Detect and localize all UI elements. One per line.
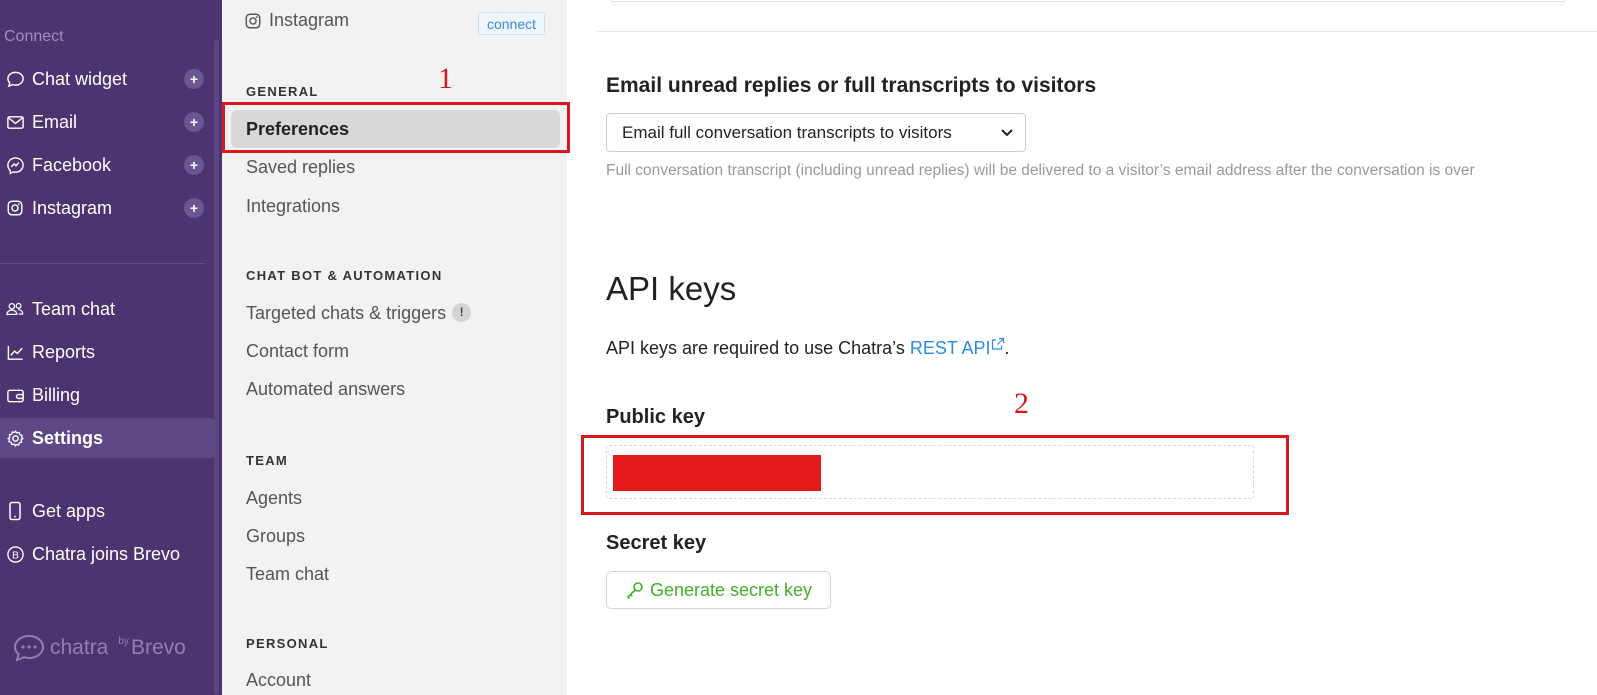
settings-main-panel: Email unread replies or full transcripts…	[567, 0, 1597, 695]
subnav-item-groups[interactable]: Groups	[246, 526, 305, 547]
api-keys-description: API keys are required to use Chatra’s RE…	[606, 335, 1010, 359]
instagram-connect-button[interactable]: connect	[478, 12, 545, 35]
envelope-icon	[5, 112, 25, 132]
instagram-icon	[5, 198, 25, 218]
sidebar-item-chatra-joins-brevo[interactable]: B Chatra joins Brevo	[0, 534, 216, 574]
subnav-item-agents[interactable]: Agents	[246, 488, 302, 509]
phone-icon	[5, 501, 25, 521]
sidebar-section-connect: Connect	[4, 28, 64, 45]
team-icon	[5, 299, 25, 319]
sidebar-divider	[0, 263, 205, 264]
rest-api-link-label: REST API	[909, 338, 991, 358]
brand-by: by	[118, 635, 129, 647]
sidebar-item-label: Get apps	[32, 500, 106, 521]
sidebar-item-label: Instagram	[32, 197, 113, 218]
subnav-heading-team: TEAM	[246, 453, 289, 468]
subnav-heading-general: GENERAL	[246, 84, 319, 99]
rest-api-link[interactable]: REST API	[909, 335, 1005, 358]
sidebar-item-email[interactable]: Email +	[0, 102, 216, 142]
app-sidebar: Connect Chat widget + Email + Facebook +…	[0, 0, 222, 695]
subnav-heading-chatbot: CHAT BOT & AUTOMATION	[246, 268, 443, 283]
instagram-icon	[244, 12, 262, 30]
sidebar-item-label: Chat widget	[32, 68, 128, 89]
add-email-button[interactable]: +	[184, 112, 204, 132]
chatra-logo-icon	[12, 633, 46, 663]
sidebar-item-instagram[interactable]: Instagram +	[0, 188, 216, 228]
secret-key-label: Secret key	[606, 532, 707, 554]
sidebar-item-label: Reports	[32, 341, 96, 362]
subnav-item-team-chat[interactable]: Team chat	[246, 564, 329, 585]
annotation-box-public-key	[581, 435, 1289, 515]
subnav-item-saved-replies[interactable]: Saved replies	[246, 157, 355, 178]
key-icon	[625, 580, 645, 600]
previous-card-edge	[609, 0, 1567, 2]
sidebar-item-get-apps[interactable]: Get apps	[0, 491, 216, 531]
sidebar-item-billing[interactable]: Billing	[0, 375, 216, 415]
subnav-item-targeted-chats[interactable]: Targeted chats & triggers!	[246, 302, 472, 324]
email-transcripts-heading: Email unread replies or full transcripts…	[606, 74, 1097, 97]
messenger-icon	[5, 155, 25, 175]
sidebar-item-settings[interactable]: Settings	[0, 418, 216, 458]
api-desc-text: API keys are required to use Chatra’s	[606, 338, 910, 358]
brevo-b-icon: B	[5, 544, 25, 564]
sidebar-item-label: Facebook	[32, 154, 112, 175]
chevron-down-icon	[999, 124, 1015, 145]
wallet-icon	[5, 385, 25, 405]
subnav-item-account[interactable]: Account	[246, 670, 311, 691]
subnav-heading-personal: PERSONAL	[246, 636, 329, 651]
sidebar-item-team-chat[interactable]: Team chat	[0, 289, 216, 329]
sidebar-item-label: Settings	[32, 427, 104, 448]
sidebar-item-label: Email	[32, 111, 78, 132]
add-facebook-button[interactable]: +	[184, 155, 204, 175]
add-instagram-button[interactable]: +	[184, 198, 204, 218]
email-transcripts-hint: Full conversation transcript (including …	[606, 162, 1475, 179]
api-desc-suffix: .	[1004, 338, 1010, 358]
sidebar-item-label: Billing	[32, 384, 81, 405]
chart-icon	[5, 342, 25, 362]
subnav-instagram-label: Instagram	[269, 10, 350, 30]
sidebar-item-chat-widget[interactable]: Chat widget +	[0, 59, 216, 99]
svg-text:B: B	[12, 550, 19, 561]
sidebar-item-label: Team chat	[32, 298, 116, 319]
annotation-box-preferences	[222, 102, 570, 153]
add-chat-widget-button[interactable]: +	[184, 69, 204, 89]
email-transcripts-select[interactable]: Email full conversation transcripts to v…	[606, 113, 1026, 152]
sidebar-item-label: Chatra joins Brevo	[32, 543, 181, 564]
section-divider	[597, 31, 1597, 32]
gear-icon	[5, 428, 25, 448]
generate-secret-key-button[interactable]: Generate secret key	[606, 571, 831, 609]
subnav-item-integrations[interactable]: Integrations	[246, 196, 340, 217]
subnav-instagram-row[interactable]: Instagram	[244, 10, 349, 31]
select-value: Email full conversation transcripts to v…	[622, 122, 952, 142]
chat-bubble-icon	[5, 69, 25, 89]
api-keys-heading: API keys	[606, 270, 737, 307]
brand-logo: chatra by Brevo	[12, 633, 186, 663]
sidebar-item-facebook[interactable]: Facebook +	[0, 145, 216, 185]
generate-secret-key-label: Generate secret key	[649, 579, 813, 600]
public-key-label: Public key	[606, 406, 705, 428]
brand-partner: Brevo	[130, 636, 186, 659]
external-link-icon	[991, 335, 1005, 356]
brand-name: chatra	[50, 636, 109, 659]
subnav-item-automated-answers[interactable]: Automated answers	[246, 379, 405, 400]
warning-badge: !	[452, 302, 472, 322]
annotation-number-2: 2	[1014, 387, 1029, 420]
subnav-item-label: Targeted chats & triggers	[246, 303, 447, 323]
subnav-item-contact-form[interactable]: Contact form	[246, 341, 349, 362]
annotation-number-1: 1	[438, 62, 453, 95]
sidebar-item-reports[interactable]: Reports	[0, 332, 216, 372]
